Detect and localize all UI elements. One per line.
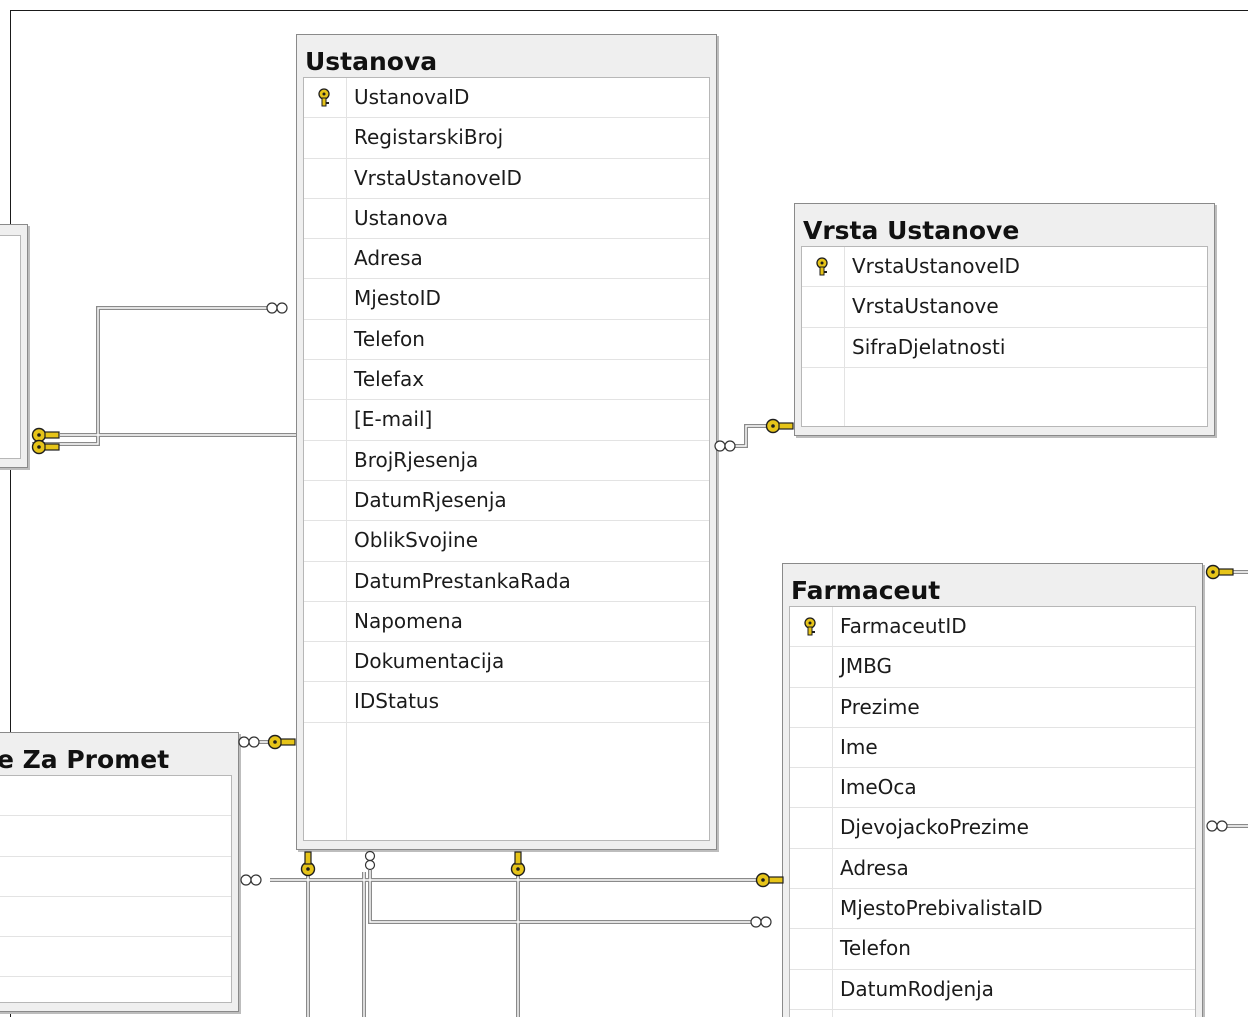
key-icon — [510, 851, 526, 877]
infinity-icon — [238, 736, 260, 748]
relationship-line — [32, 306, 270, 446]
key-icon — [1205, 564, 1234, 580]
key-icon — [300, 851, 316, 877]
diagram-canvas: Ustanova UstanovaID RegistarskiBroj VrstaU… — [0, 0, 1248, 1017]
infinity-icon — [750, 916, 772, 928]
infinity-icon — [364, 850, 376, 871]
relationship-lines — [31, 302, 1248, 1017]
relationship-line — [732, 424, 766, 448]
infinity-icon — [1206, 820, 1228, 832]
infinity-icon — [266, 302, 288, 314]
infinity-icon — [714, 440, 736, 452]
key-icon — [765, 418, 794, 434]
relationship-line — [368, 870, 754, 924]
key-icon — [267, 734, 296, 750]
key-icon — [755, 872, 784, 888]
key-icon — [31, 427, 60, 443]
infinity-icon — [240, 874, 262, 886]
